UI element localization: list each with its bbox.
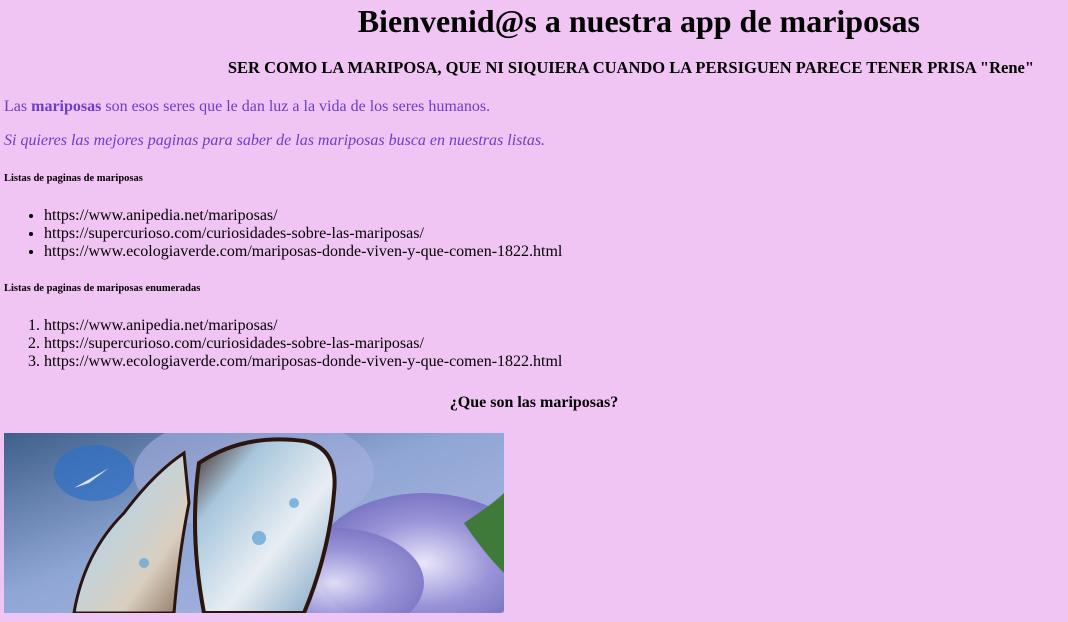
- page-title: Bienvenid@s a nuestra app de mariposas: [357, 3, 920, 39]
- page-body: Bienvenid@s a nuestra app de mariposas S…: [0, 0, 1068, 613]
- ordered-list-heading: Listas de paginas de mariposas enumerada…: [4, 283, 201, 294]
- unordered-list-heading: Listas de paginas de mariposas: [4, 173, 143, 184]
- section-heading: ¿Que son las mariposas?: [449, 394, 619, 411]
- intro-paragraph: Las mariposas son esos seres que le dan …: [4, 97, 1064, 117]
- unordered-link-list: https://www.anipedia.net/mariposas/ http…: [4, 207, 1064, 261]
- list-item: https://www.anipedia.net/mariposas/: [44, 207, 1064, 225]
- list-item: https://www.anipedia.net/mariposas/: [44, 317, 1064, 335]
- intro-bold-word: mariposas: [31, 98, 102, 115]
- list-item: https://supercurioso.com/curiosidades-so…: [44, 225, 1064, 243]
- butterfly-image: [4, 433, 504, 613]
- quote-heading: SER COMO LA MARIPOSA, QUE NI SIQUIERA CU…: [227, 58, 1034, 77]
- list-item: https://www.ecologiaverde.com/mariposas-…: [44, 243, 1064, 261]
- list-item: https://www.ecologiaverde.com/mariposas-…: [44, 353, 1064, 371]
- intro-suffix: son esos seres que le dan luz a la vida …: [101, 98, 491, 115]
- cta-paragraph: Si quieres las mejores paginas para sabe…: [4, 132, 546, 149]
- ordered-link-list: https://www.anipedia.net/mariposas/ http…: [4, 317, 1064, 371]
- intro-prefix: Las: [4, 98, 32, 115]
- list-item: https://supercurioso.com/curiosidades-so…: [44, 335, 1064, 353]
